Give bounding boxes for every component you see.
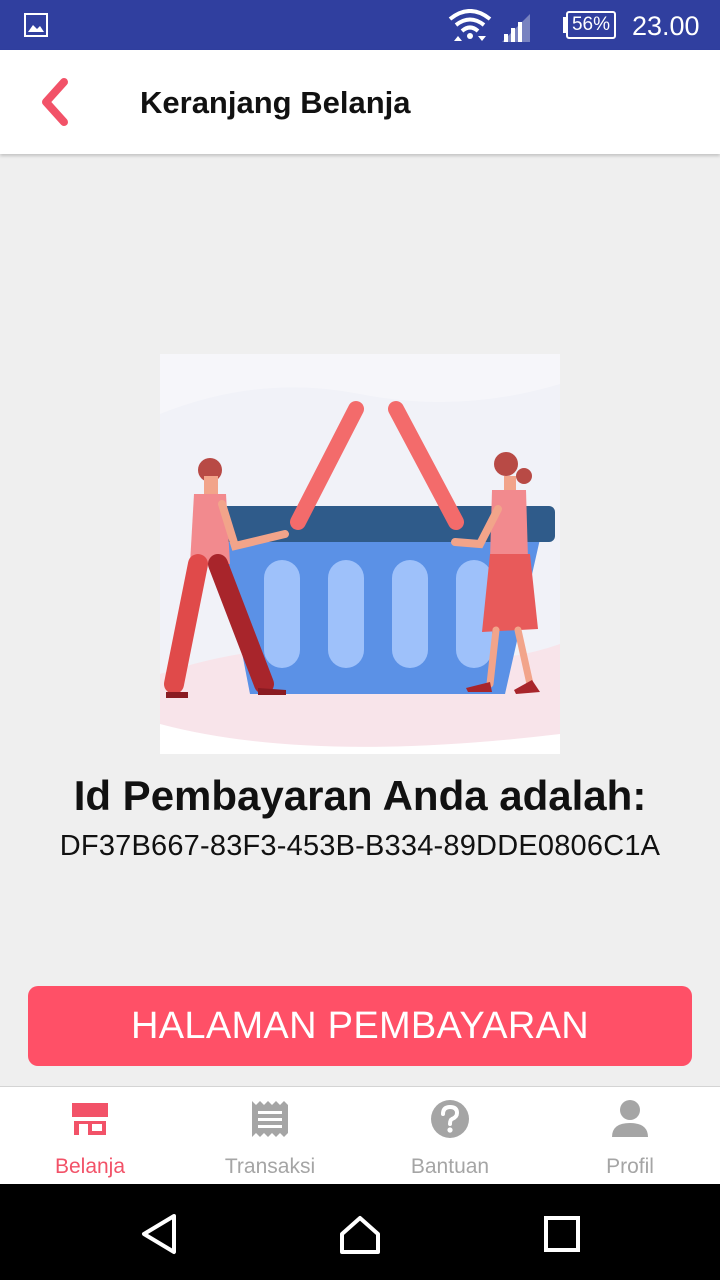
nav-item-transaksi[interactable]: Transaksi <box>180 1087 360 1185</box>
home-icon[interactable] <box>338 1212 382 1256</box>
back-icon[interactable] <box>138 1212 182 1256</box>
recents-icon[interactable] <box>540 1212 584 1256</box>
person-icon <box>612 1100 648 1137</box>
system-navigation-bar <box>0 1184 720 1280</box>
page-title: Keranjang Belanja <box>140 85 411 120</box>
store-icon <box>72 1103 108 1135</box>
status-bar: 56% 23.00 <box>0 0 720 50</box>
shopping-basket-illustration <box>160 354 560 754</box>
nav-label-bantuan: Bantuan <box>410 1155 490 1178</box>
app-bar: Keranjang Belanja <box>0 50 720 154</box>
nav-label-transaksi: Transaksi <box>224 1155 316 1178</box>
nav-label-profil: Profil <box>606 1155 654 1178</box>
clock: 23.00 <box>632 11 700 41</box>
gallery-icon <box>24 13 48 37</box>
battery-percentage: 56% <box>571 14 611 35</box>
chevron-left-icon <box>42 78 68 126</box>
help-icon <box>431 1100 469 1138</box>
payment-id: DF37B667-83F3-453B-B334-89DDE0806C1A <box>59 830 661 862</box>
receipt-icon <box>252 1101 288 1137</box>
nav-label-belanja: Belanja <box>54 1155 126 1178</box>
wifi-icon <box>448 9 492 41</box>
nav-item-belanja[interactable]: Belanja <box>0 1087 180 1185</box>
payment-page-button[interactable]: HALAMAN PEMBAYARAN <box>28 986 692 1066</box>
payment-heading: Id Pembayaran Anda adalah: <box>73 772 647 819</box>
nav-item-profil[interactable]: Profil <box>540 1087 720 1185</box>
back-button[interactable] <box>28 72 84 132</box>
bottom-navigation: Belanja Transaksi Bantuan Profil <box>0 1086 720 1184</box>
cell-signal-icon <box>502 14 530 42</box>
nav-item-bantuan[interactable]: Bantuan <box>360 1087 540 1185</box>
